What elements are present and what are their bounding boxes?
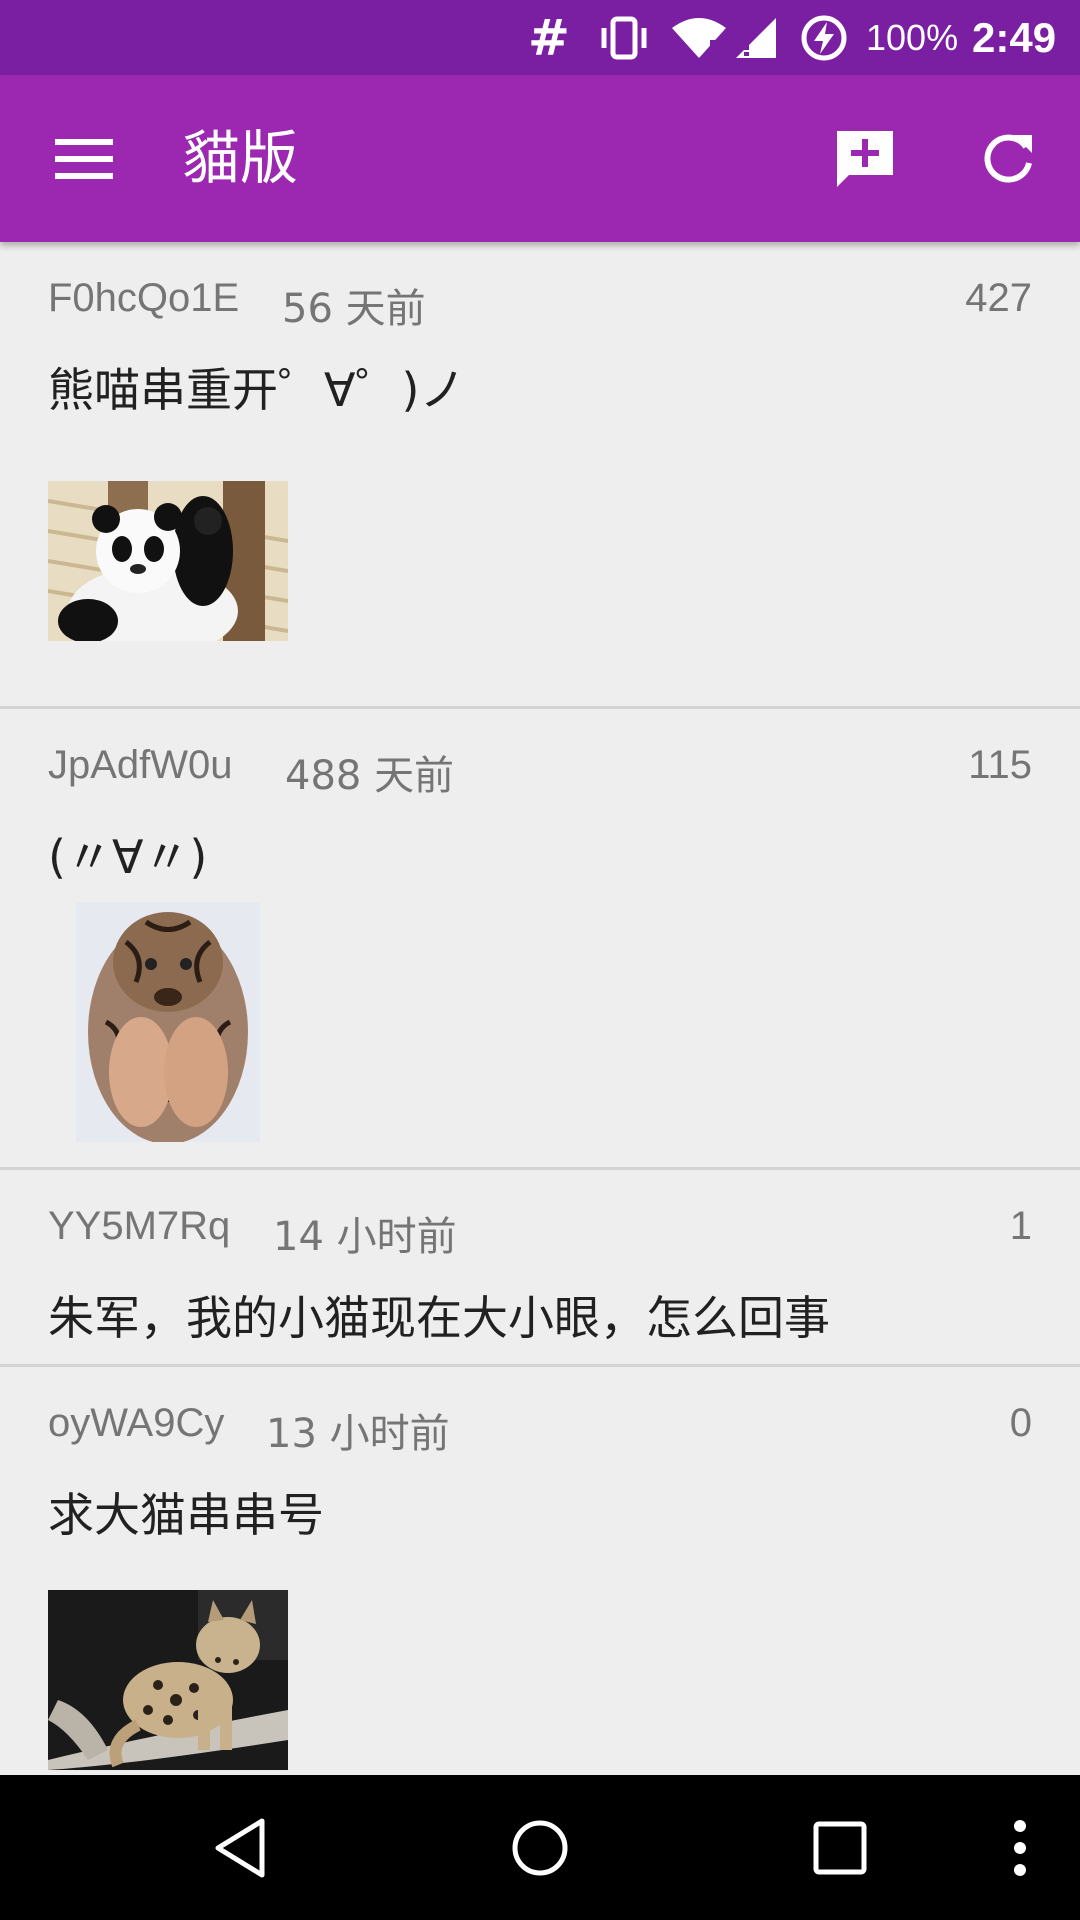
back-icon	[215, 1818, 265, 1877]
status-bar: # 100% 2:49	[0, 0, 1080, 75]
post-content: 朱军，我的小猫现在大小眼，怎么回事	[48, 1291, 830, 1345]
navigation-bar	[0, 1775, 1080, 1920]
clock: 2:49	[972, 13, 1057, 61]
post-content: 求大猫串串号	[48, 1488, 324, 1542]
post-time: 488 天前	[285, 753, 455, 799]
back-button[interactable]	[170, 1775, 310, 1920]
post-item[interactable]: F0hcQo1E 56 天前 427 熊喵串重开゜∀゜)ノ	[0, 242, 1080, 709]
post-time: 56 天前	[282, 286, 426, 332]
wifi-icon	[670, 0, 728, 75]
refresh-button[interactable]	[958, 75, 1058, 242]
post-time: 13 小时前	[266, 1411, 450, 1457]
hash-icon: #	[528, 8, 570, 67]
app-bar: 貓版	[0, 75, 1080, 242]
battery-charging-icon	[800, 0, 848, 75]
signal-icon	[734, 0, 778, 75]
post-item[interactable]: oyWA9Cy 13 小时前 0 求大猫串串号	[0, 1367, 1080, 1787]
post-reply-count: 0	[1009, 1401, 1032, 1445]
battery-percentage: 100%	[866, 16, 959, 58]
post-item[interactable]: YY5M7Rq 14 小时前 1 朱军，我的小猫现在大小眼，怎么回事	[0, 1170, 1080, 1367]
menu-button[interactable]	[34, 75, 134, 242]
post-reply-count: 115	[968, 743, 1032, 787]
post-reply-count: 427	[965, 276, 1032, 320]
vibrate-icon	[596, 0, 652, 75]
post-reply-count: 1	[1009, 1204, 1032, 1248]
post-user-id: JpAdfW0u	[48, 743, 233, 787]
new-post-icon	[837, 130, 893, 187]
refresh-icon	[984, 134, 1032, 183]
post-content: (〃∀〃)	[48, 830, 208, 884]
post-user-id: F0hcQo1E	[48, 276, 240, 320]
post-content: 熊喵串重开゜∀゜)ノ	[48, 363, 466, 417]
post-time: 14 小时前	[273, 1214, 457, 1260]
tiger-thumbnail[interactable]	[76, 902, 260, 1142]
menu-icon	[55, 138, 113, 179]
overflow-menu-button[interactable]	[950, 1775, 1080, 1920]
page-title: 貓版	[182, 124, 299, 192]
home-button[interactable]	[470, 1775, 610, 1920]
post-item[interactable]: JpAdfW0u 488 天前 115 (〃∀〃)	[0, 709, 1080, 1170]
panda-thumbnail[interactable]	[48, 481, 288, 641]
recents-button[interactable]	[770, 1775, 910, 1920]
post-user-id: oyWA9Cy	[48, 1401, 225, 1445]
new-post-button[interactable]	[815, 75, 915, 242]
ocelot-thumbnail[interactable]	[48, 1590, 288, 1770]
recents-icon	[813, 1821, 867, 1874]
home-icon	[512, 1820, 568, 1875]
overflow-icon	[1014, 1819, 1026, 1876]
post-user-id: YY5M7Rq	[48, 1204, 231, 1248]
